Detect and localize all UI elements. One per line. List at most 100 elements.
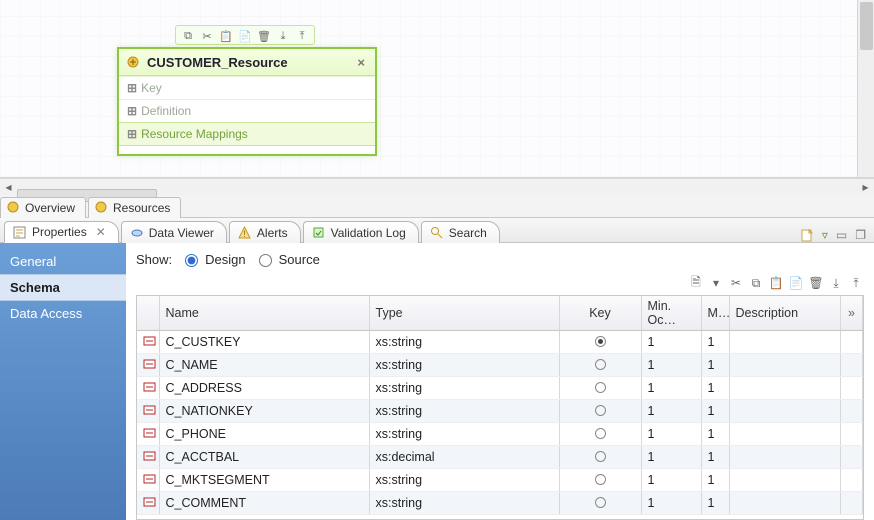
expand-icon[interactable]: ⊞: [127, 81, 137, 95]
column-max[interactable]: M…: [701, 296, 729, 331]
table-row[interactable]: C_MKTSEGMENTxs:string 11: [137, 469, 863, 492]
canvas-horizontal-scrollbar[interactable]: ◂ ▸: [0, 178, 874, 195]
cell-min[interactable]: 1: [641, 400, 701, 423]
copy-icon[interactable]: ⧉: [180, 28, 196, 44]
canvas-vertical-scrollbar[interactable]: [857, 0, 874, 177]
cell-key[interactable]: [559, 354, 641, 377]
table-row[interactable]: C_COMMENTxs:string11: [137, 492, 863, 515]
close-icon[interactable]: ✕: [96, 225, 106, 239]
cell-description[interactable]: [729, 331, 841, 354]
table-row[interactable]: C_NAMExs:string11: [137, 354, 863, 377]
table-row[interactable]: C_ADDRESSxs:string11: [137, 377, 863, 400]
editor-tab-overview[interactable]: Overview: [0, 197, 86, 218]
resource-node[interactable]: CUSTOMER_Resource × ⊞Key ⊞Definition ⊞Re…: [117, 47, 377, 156]
sidebar-item-data-access[interactable]: Data Access: [0, 301, 126, 326]
radio-design[interactable]: Design: [180, 251, 245, 267]
columns-overflow-icon[interactable]: »: [841, 296, 863, 331]
cell-description[interactable]: [729, 377, 841, 400]
view-menu-icon[interactable]: ▿: [822, 228, 828, 242]
cell-name[interactable]: C_CUSTKEY: [159, 331, 369, 354]
close-icon[interactable]: ×: [353, 55, 369, 70]
cell-type[interactable]: xs:string: [369, 492, 559, 515]
cell-max[interactable]: 1: [701, 423, 729, 446]
cell-name[interactable]: C_NATIONKEY: [159, 400, 369, 423]
table-row[interactable]: C_ACCTBALxs:decimal 11: [137, 446, 863, 469]
cell-key[interactable]: [559, 469, 641, 492]
import-icon[interactable]: ⤓: [828, 275, 844, 291]
paste2-icon[interactable]: 📄: [788, 275, 804, 291]
cell-key[interactable]: [559, 400, 641, 423]
column-type[interactable]: Type: [369, 296, 559, 331]
table-row[interactable]: C_CUSTKEYxs:string11: [137, 331, 863, 354]
cell-key[interactable]: [559, 377, 641, 400]
node-section-definition[interactable]: ⊞Definition: [119, 99, 375, 122]
scroll-left-icon[interactable]: ◂: [0, 179, 17, 196]
sidebar-item-schema[interactable]: Schema: [0, 274, 126, 301]
cell-key[interactable]: [559, 423, 641, 446]
schema-table[interactable]: Name Type Key Min. Oc… M… Description » …: [137, 296, 863, 515]
radio-source[interactable]: Source: [254, 251, 320, 267]
cell-max[interactable]: 1: [701, 446, 729, 469]
view-tab-validation-log[interactable]: Validation Log: [303, 221, 419, 243]
delete-icon[interactable]: 🗑: [808, 275, 824, 291]
cell-max[interactable]: 1: [701, 492, 729, 515]
view-tab-properties[interactable]: Properties✕: [4, 221, 119, 243]
node-section-key[interactable]: ⊞Key: [119, 76, 375, 99]
cell-min[interactable]: 1: [641, 423, 701, 446]
view-tab-data-viewer[interactable]: Data Viewer: [121, 221, 227, 243]
cell-description[interactable]: [729, 446, 841, 469]
import-icon[interactable]: ⤓: [275, 28, 291, 44]
node-section-resource-mappings[interactable]: ⊞Resource Mappings: [119, 122, 375, 146]
table-row[interactable]: C_PHONExs:string 11: [137, 423, 863, 446]
paste-icon[interactable]: 📋: [768, 275, 784, 291]
cell-min[interactable]: 1: [641, 446, 701, 469]
view-tab-search[interactable]: Search: [421, 221, 500, 243]
column-description[interactable]: Description: [729, 296, 841, 331]
cell-max[interactable]: 1: [701, 400, 729, 423]
resource-node-header[interactable]: CUSTOMER_Resource ×: [119, 49, 375, 76]
editor-tab-resources[interactable]: Resources: [88, 197, 181, 218]
paste-icon[interactable]: 📋: [218, 28, 234, 44]
cell-type[interactable]: xs:string: [369, 331, 559, 354]
cell-min[interactable]: 1: [641, 492, 701, 515]
cell-description[interactable]: [729, 400, 841, 423]
cell-type[interactable]: xs:string: [369, 423, 559, 446]
new-icon[interactable]: 🗎: [688, 275, 704, 291]
cell-type[interactable]: xs:decimal: [369, 446, 559, 469]
cell-max[interactable]: 1: [701, 331, 729, 354]
cell-type[interactable]: xs:string: [369, 354, 559, 377]
column-min[interactable]: Min. Oc…: [641, 296, 701, 331]
cell-max[interactable]: 1: [701, 469, 729, 492]
cut-icon[interactable]: ✂: [728, 275, 744, 291]
copy-icon[interactable]: ⧉: [748, 275, 764, 291]
cell-key[interactable]: [559, 492, 641, 515]
cut-icon[interactable]: ✂: [199, 28, 215, 44]
cell-description[interactable]: [729, 423, 841, 446]
view-tab-alerts[interactable]: !Alerts: [229, 221, 301, 243]
paste2-icon[interactable]: 📄: [237, 28, 253, 44]
cell-description[interactable]: [729, 469, 841, 492]
cell-type[interactable]: xs:string: [369, 469, 559, 492]
cell-name[interactable]: C_NAME: [159, 354, 369, 377]
export-icon[interactable]: ⤒: [848, 275, 864, 291]
cell-name[interactable]: C_MKTSEGMENT: [159, 469, 369, 492]
cell-description[interactable]: [729, 354, 841, 377]
cell-type[interactable]: xs:string: [369, 400, 559, 423]
dropdown-icon[interactable]: ▾: [708, 275, 724, 291]
cell-min[interactable]: 1: [641, 469, 701, 492]
cell-description[interactable]: [729, 492, 841, 515]
cell-name[interactable]: C_ADDRESS: [159, 377, 369, 400]
minimize-icon[interactable]: ▭: [836, 228, 847, 242]
sidebar-item-general[interactable]: General: [0, 249, 126, 274]
cell-key[interactable]: [559, 446, 641, 469]
maximize-icon[interactable]: ❐: [855, 228, 866, 242]
cell-name[interactable]: C_ACCTBAL: [159, 446, 369, 469]
expand-icon[interactable]: ⊞: [127, 104, 137, 118]
column-icon[interactable]: [137, 296, 159, 331]
cell-name[interactable]: C_PHONE: [159, 423, 369, 446]
expand-icon[interactable]: ⊞: [127, 127, 137, 141]
export-icon[interactable]: ⤒: [294, 28, 310, 44]
column-key[interactable]: Key: [559, 296, 641, 331]
scroll-right-icon[interactable]: ▸: [857, 179, 874, 196]
delete-icon[interactable]: 🗑: [256, 28, 272, 44]
